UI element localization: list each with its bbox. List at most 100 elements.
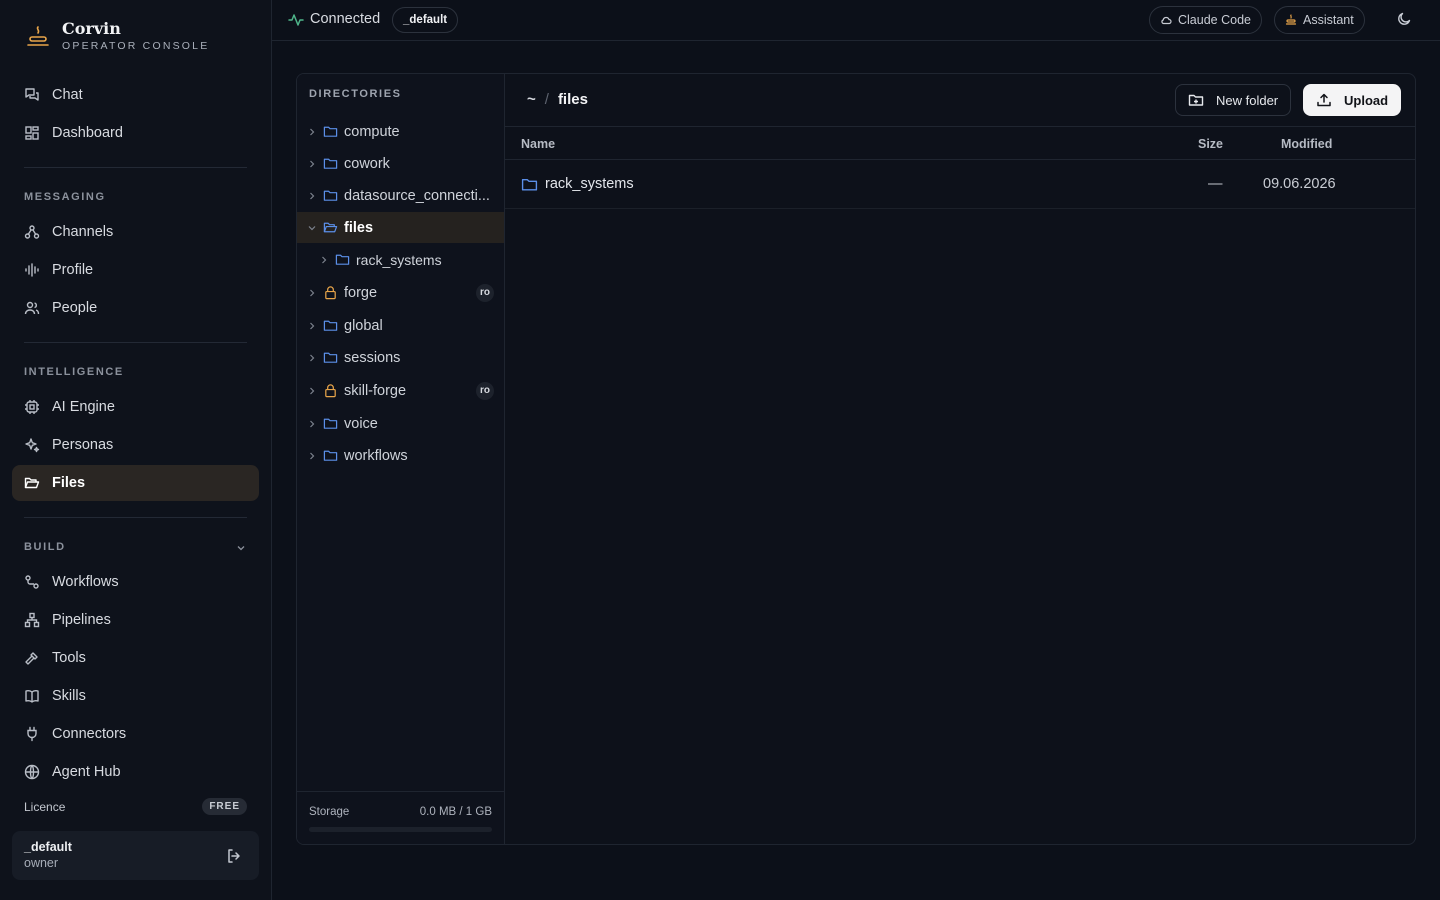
user-name: _default [24, 840, 72, 854]
nav-item-label: Files [52, 475, 86, 491]
nav-item-label: Skills [52, 688, 86, 704]
folder-icon [323, 450, 338, 461]
nav-item-workflows[interactable]: Workflows [12, 564, 259, 600]
column-header-size[interactable]: Size [1198, 137, 1223, 151]
chevron-right-icon[interactable] [307, 159, 317, 169]
folder-icon [335, 254, 350, 265]
tree-item-sessions[interactable]: sessions [297, 342, 504, 373]
nav-item-label: AI Engine [52, 399, 115, 415]
folder-plus-icon [1188, 94, 1204, 106]
nav-item-label: Profile [52, 262, 94, 278]
section-label-build[interactable]: BUILD [24, 541, 66, 553]
nav-item-files[interactable]: Files [12, 465, 259, 501]
sidebar-divider [24, 342, 247, 343]
new-folder-label: New folder [1216, 92, 1279, 108]
plug-icon [27, 726, 37, 742]
moon-icon[interactable] [1396, 11, 1412, 27]
audio-wave-icon [25, 263, 39, 277]
nav-item-tools[interactable]: Tools [12, 640, 259, 676]
chevron-right-icon[interactable] [307, 451, 317, 461]
read-only-badge: ro [476, 382, 494, 400]
assistant-icon [1285, 14, 1297, 25]
file-name[interactable]: rack_systems [545, 176, 634, 192]
sidebar: Corvin OPERATOR CONSOLE Chat Dashboard M… [0, 0, 272, 900]
nav-item-personas[interactable]: Personas [12, 427, 259, 463]
tree-item-label: forge [344, 284, 378, 301]
claude-code-button[interactable]: Claude Code [1149, 6, 1262, 34]
licence-label: Licence [24, 799, 66, 814]
tree-item-workflows[interactable]: workflows [297, 440, 504, 471]
lock-icon [325, 384, 336, 398]
tree-item-label: cowork [344, 155, 390, 172]
folder-icon [323, 190, 338, 201]
upload-icon [1317, 93, 1331, 107]
column-header-modified[interactable]: Modified [1281, 137, 1332, 151]
chevron-right-icon[interactable] [307, 321, 317, 331]
file-size: — [1208, 176, 1223, 192]
tree-item-files[interactable]: files [297, 212, 504, 243]
nav-item-label: Tools [52, 650, 86, 666]
dashboard-icon [25, 126, 39, 140]
brand[interactable]: Corvin OPERATOR CONSOLE [24, 20, 209, 53]
folder-icon [323, 158, 338, 169]
chevron-right-icon[interactable] [319, 255, 329, 265]
tree-item-label: global [344, 317, 383, 334]
tree-item-datasource-connections[interactable]: datasource_connecti... [297, 180, 504, 211]
nav-item-chat[interactable]: Chat [12, 77, 259, 113]
tree-item-rack-systems[interactable]: rack_systems [297, 244, 504, 275]
nav-item-profile[interactable]: Profile [12, 252, 259, 288]
sidebar-divider [24, 517, 247, 518]
nav-item-label: Personas [52, 437, 114, 453]
cloud-icon [1161, 16, 1172, 25]
tree-item-voice[interactable]: voice [297, 408, 504, 439]
topbar: Connected _default Claude Code Assistant [272, 0, 1440, 41]
chat-icon [25, 88, 39, 101]
folder-icon [323, 320, 338, 331]
nav-item-connectors[interactable]: Connectors [12, 716, 259, 752]
cpu-icon [25, 400, 39, 414]
tree-item-label: rack_systems [356, 251, 442, 268]
user-role: owner [24, 856, 59, 870]
breadcrumb-home[interactable]: ~ [527, 91, 536, 108]
chevron-right-icon[interactable] [307, 353, 317, 363]
read-only-badge: ro [476, 284, 494, 302]
tree-item-forge[interactable]: forge ro [297, 277, 504, 308]
nav-item-people[interactable]: People [12, 290, 259, 326]
nav-item-label: Channels [52, 224, 114, 240]
chevron-right-icon[interactable] [307, 386, 317, 396]
nav-item-dashboard[interactable]: Dashboard [12, 115, 259, 151]
chevron-right-icon[interactable] [307, 419, 317, 429]
folder-open-icon [24, 477, 40, 489]
nav-item-agent-hub[interactable]: Agent Hub [12, 754, 259, 790]
nav-item-ai-engine[interactable]: AI Engine [12, 389, 259, 425]
table-row[interactable]: rack_systems — 09.06.2026 [505, 160, 1415, 209]
tree-item-compute[interactable]: compute [297, 116, 504, 147]
tree-item-label: workflows [344, 447, 408, 464]
nav-item-channels[interactable]: Channels [12, 214, 259, 250]
chevron-right-icon[interactable] [307, 288, 317, 298]
tree-item-cowork[interactable]: cowork [297, 148, 504, 179]
people-icon [24, 301, 40, 315]
column-header-name[interactable]: Name [521, 137, 555, 151]
nav-item-skills[interactable]: Skills [12, 678, 259, 714]
chevron-right-icon[interactable] [307, 127, 317, 137]
assistant-button[interactable]: Assistant [1274, 6, 1365, 34]
tree-item-global[interactable]: global [297, 310, 504, 341]
nav-item-label: Agent Hub [52, 764, 121, 780]
chevron-down-icon[interactable] [307, 223, 317, 233]
tree-item-skill-forge[interactable]: skill-forge ro [297, 375, 504, 406]
upload-button[interactable]: Upload [1303, 84, 1402, 116]
new-folder-button[interactable]: New folder [1175, 84, 1292, 116]
tree-item-label: files [344, 219, 374, 236]
nav-item-pipelines[interactable]: Pipelines [12, 602, 259, 638]
logout-icon[interactable] [225, 847, 243, 865]
sparkles-icon [25, 438, 40, 453]
folder-icon [323, 352, 338, 363]
tree-item-label: voice [344, 415, 378, 432]
hammer-icon [25, 652, 38, 665]
workspace-pill[interactable]: _default [392, 7, 459, 33]
nav-item-label: Connectors [52, 726, 127, 742]
chevron-down-icon[interactable] [235, 542, 247, 554]
chevron-right-icon[interactable] [307, 191, 317, 201]
nav-item-label: Chat [52, 87, 83, 103]
